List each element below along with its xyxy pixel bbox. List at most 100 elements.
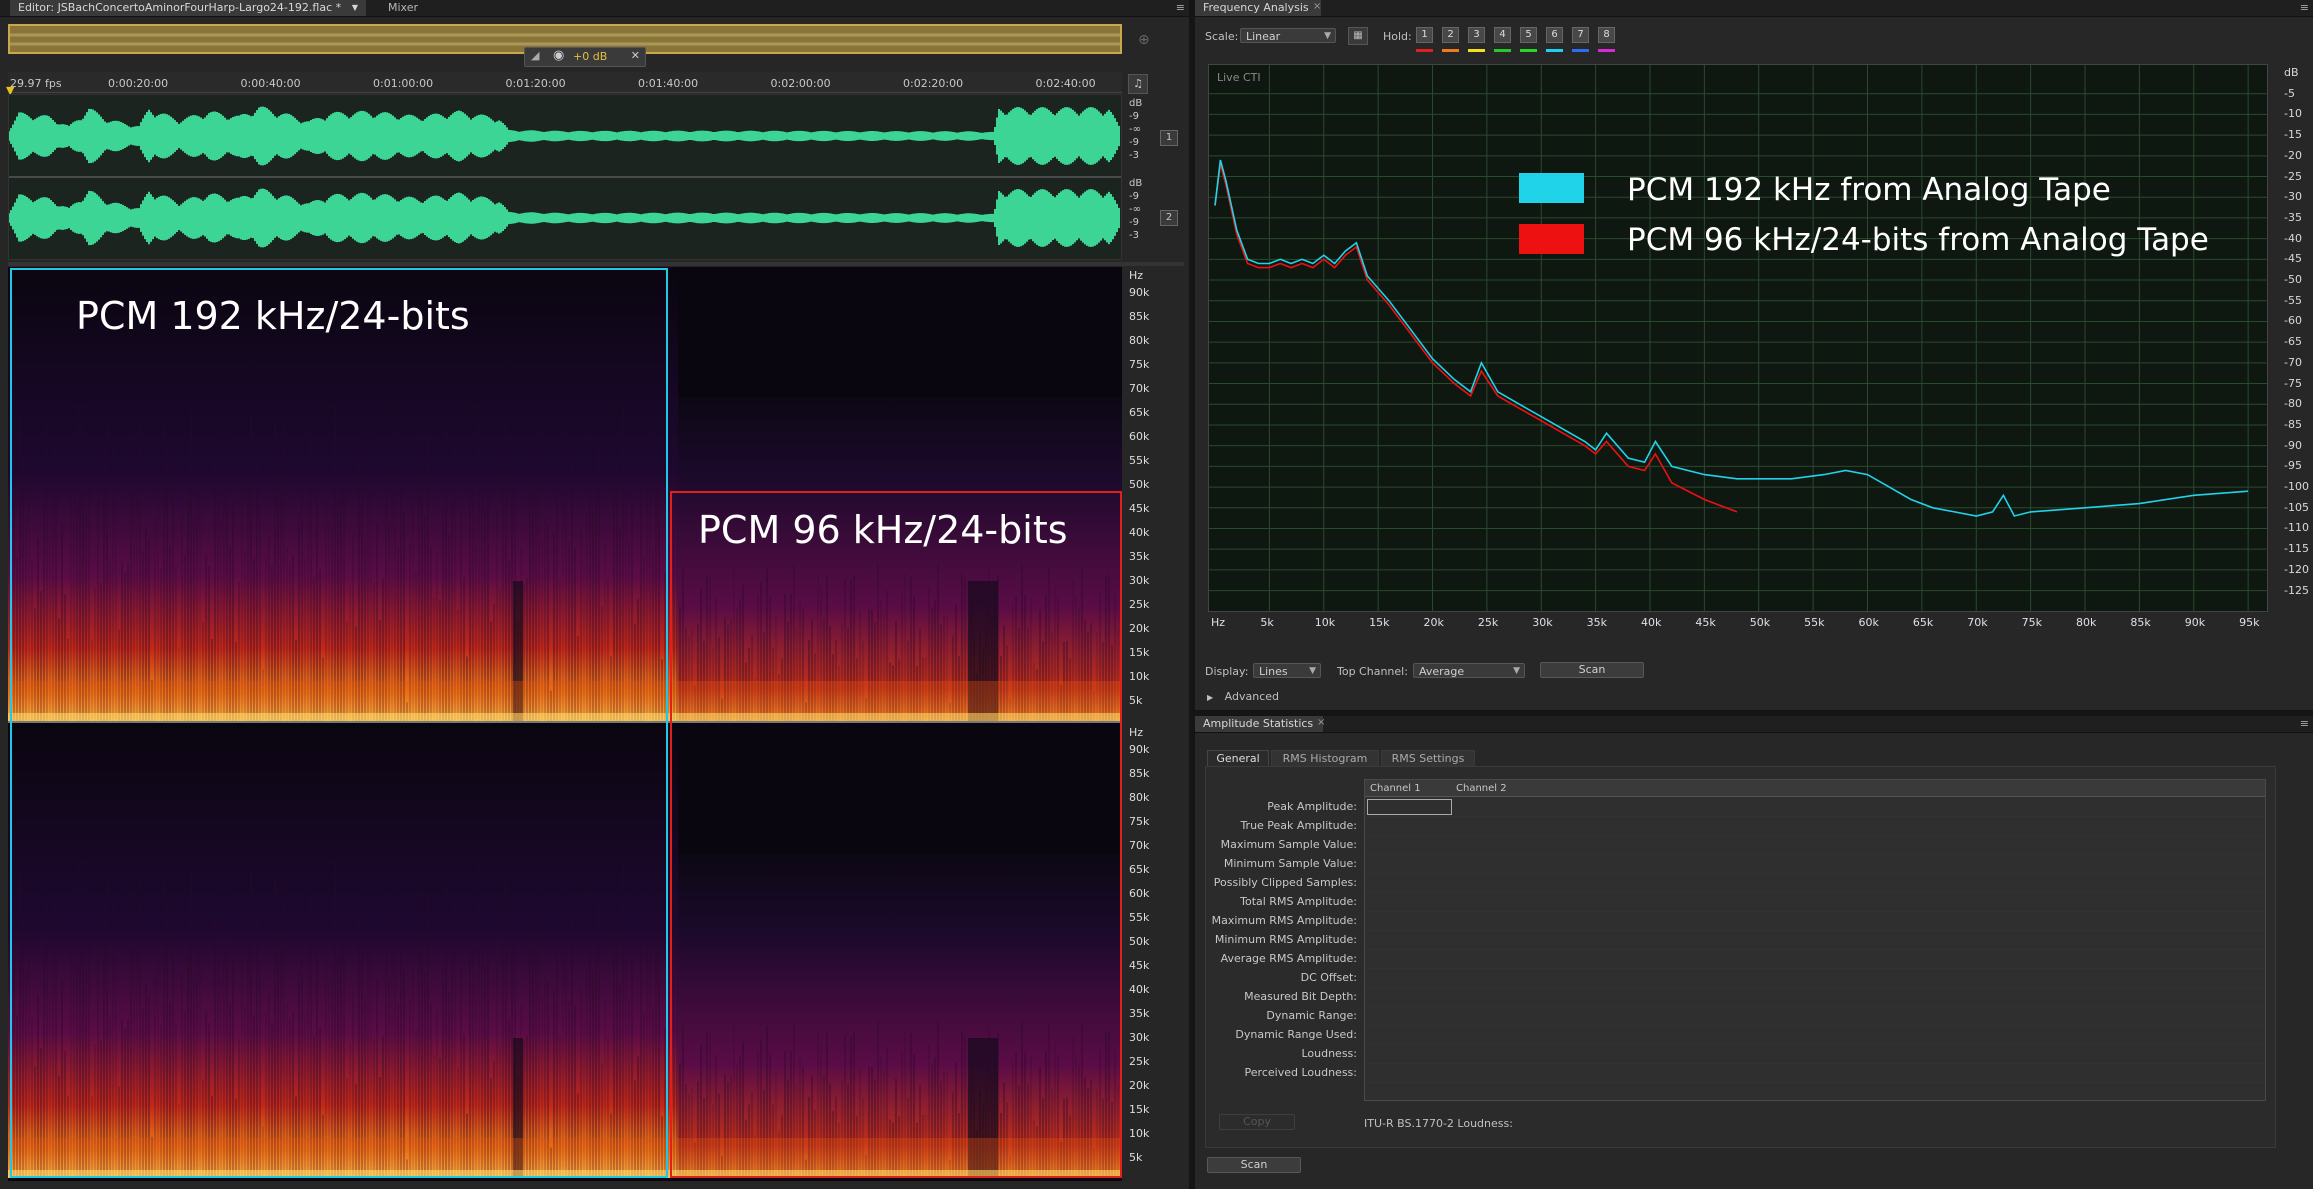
db-axis-label: -30 — [2284, 190, 2302, 204]
panel-menu-icon[interactable]: ≡ — [2300, 0, 2309, 16]
stats-row-label: Minimum Sample Value: — [1223, 857, 1357, 870]
hold-button-1[interactable]: 1 — [1416, 27, 1433, 43]
spectrogram-hz-label: 15k — [1129, 646, 1150, 659]
chevron-right-icon: ▶ — [1207, 693, 1214, 702]
gain-value[interactable]: +0 dB — [573, 50, 607, 63]
time-ruler-label: 0:02:20:00 — [903, 77, 964, 90]
headphones-icon[interactable]: ♫ — [1128, 74, 1148, 94]
editor-tabbar: Editor: JSBachConcertoAminorFourHarp-Lar… — [0, 0, 1189, 17]
spectrogram-hz-label: 5k — [1129, 1151, 1143, 1164]
top-channel-dropdown[interactable]: Average ▼ — [1413, 663, 1525, 678]
stats-row — [1366, 931, 2264, 950]
waveform-db-label: dB — [1129, 178, 1143, 189]
annotation-96-box — [670, 491, 1122, 1178]
hold-button-5[interactable]: 5 — [1520, 27, 1537, 43]
hold-color-swatch — [1546, 49, 1563, 52]
stats-row — [1366, 969, 2264, 988]
db-axis-label: -40 — [2284, 231, 2302, 245]
fps-label: 29.97 fps — [10, 77, 62, 90]
spectrogram-hz-label: 70k — [1129, 839, 1150, 852]
hud-gain-control[interactable]: ◢ ◉ +0 dB ✕ — [524, 47, 646, 67]
view-splitter[interactable] — [8, 262, 1184, 266]
copy-button[interactable]: Copy — [1219, 1114, 1295, 1130]
panel-menu-icon[interactable]: ≡ — [2300, 716, 2309, 732]
stats-row — [1366, 1007, 2264, 1026]
waveform-view[interactable] — [8, 94, 1122, 260]
hold-button-3[interactable]: 3 — [1468, 27, 1485, 43]
stats-row — [1366, 1026, 2264, 1045]
waveform-db-label: -9 — [1129, 111, 1139, 122]
spectrogram-hz-label: 65k — [1129, 863, 1150, 876]
hold-button-8[interactable]: 8 — [1598, 27, 1615, 43]
db-axis-label: -45 — [2284, 252, 2302, 266]
stats-row — [1366, 836, 2264, 855]
waveform-graphic — [9, 95, 1121, 259]
scale-dropdown[interactable]: Linear ▼ — [1240, 28, 1336, 43]
panel-menu-icon[interactable]: ≡ — [1176, 0, 1185, 16]
db-axis-label: -50 — [2284, 273, 2302, 287]
channel-2-badge[interactable]: 2 — [1160, 210, 1178, 226]
legend-swatch-192 — [1519, 173, 1584, 203]
options-icon[interactable]: ▦ — [1348, 27, 1368, 45]
channel-1-badge[interactable]: 1 — [1160, 130, 1178, 146]
waveform-db-label: -3 — [1129, 230, 1139, 241]
legend-label-96: PCM 96 kHz/24-bits from Analog Tape — [1627, 222, 2209, 258]
chevron-down-icon: ▼ — [1324, 31, 1331, 41]
stats-scan-button[interactable]: Scan — [1207, 1157, 1301, 1173]
spectrogram-hz-label: 10k — [1129, 670, 1150, 683]
peak-amplitude-cell[interactable] — [1367, 799, 1452, 815]
hold-button-6[interactable]: 6 — [1546, 27, 1563, 43]
close-icon[interactable]: × — [1317, 717, 1325, 728]
spectrum-graph[interactable] — [1208, 64, 2268, 612]
stats-row-label: Dynamic Range Used: — [1235, 1028, 1357, 1041]
hold-button-7[interactable]: 7 — [1572, 27, 1589, 43]
hold-color-swatch — [1572, 49, 1589, 52]
hz-axis-label: 75k — [2021, 616, 2042, 629]
volume-knob-icon[interactable]: ◉ — [553, 48, 564, 63]
stats-row-label: Maximum RMS Amplitude: — [1211, 914, 1357, 927]
zoom-icon[interactable]: ⊕ — [1138, 32, 1150, 48]
db-axis-label: -115 — [2284, 542, 2309, 556]
spectrogram-hz-label: 50k — [1129, 935, 1150, 948]
display-dropdown[interactable]: Lines ▼ — [1253, 663, 1321, 678]
chevron-down-icon: ▼ — [1309, 666, 1316, 676]
legend-swatch-96 — [1519, 224, 1584, 254]
hold-button-2[interactable]: 2 — [1442, 27, 1459, 43]
waveform-db-label: -9 — [1129, 137, 1139, 148]
hz-axis-label: 60k — [1858, 616, 1879, 629]
top-channel-value: Average — [1419, 665, 1465, 678]
stats-row — [1366, 817, 2264, 836]
chevron-down-icon[interactable]: ▼ — [352, 0, 358, 16]
close-icon[interactable]: × — [1313, 1, 1321, 12]
pin-icon[interactable]: ✕ — [631, 49, 640, 62]
stats-row-label: Dynamic Range: — [1266, 1009, 1357, 1022]
spectrogram-hz-label: 20k — [1129, 622, 1150, 635]
time-ruler-label: 0:00:20:00 — [108, 77, 169, 90]
meter-icon: ◢ — [531, 49, 540, 62]
hz-axis-label: 30k — [1532, 616, 1553, 629]
stats-row — [1366, 874, 2264, 893]
spectrogram-hz-label: 45k — [1129, 959, 1150, 972]
spectrogram-hz-label: 20k — [1129, 1079, 1150, 1092]
hz-axis-label: 55k — [1804, 616, 1825, 629]
hold-button-4[interactable]: 4 — [1494, 27, 1511, 43]
itu-loudness-label: ITU-R BS.1770-2 Loudness: — [1364, 1117, 1513, 1130]
db-axis-label: -55 — [2284, 293, 2302, 307]
subtab-general[interactable]: General — [1207, 750, 1269, 767]
waveform-db-label: -9 — [1129, 191, 1139, 202]
frequency-scan-button[interactable]: Scan — [1540, 662, 1644, 678]
spectrogram-hz-label: 50k — [1129, 478, 1150, 491]
spectrogram-hz-label: 10k — [1129, 1127, 1150, 1140]
db-axis-label: -60 — [2284, 314, 2302, 328]
tab-mixer[interactable]: Mixer — [380, 0, 426, 16]
tab-frequency-analysis[interactable]: Frequency Analysis — [1195, 0, 1321, 16]
db-axis-label: -95 — [2284, 459, 2302, 473]
advanced-toggle[interactable]: ▶ Advanced — [1207, 690, 1279, 703]
spectrogram-hz-label: 65k — [1129, 406, 1150, 419]
stats-row — [1366, 893, 2264, 912]
hz-axis-label: 5k — [1260, 616, 1274, 629]
tab-editor[interactable]: Editor: JSBachConcertoAminorFourHarp-Lar… — [10, 0, 366, 16]
tab-amplitude-statistics[interactable]: Amplitude Statistics — [1195, 716, 1323, 732]
spectrogram-hz-label: 70k — [1129, 382, 1150, 395]
spectrogram-hz-label: 60k — [1129, 430, 1150, 443]
